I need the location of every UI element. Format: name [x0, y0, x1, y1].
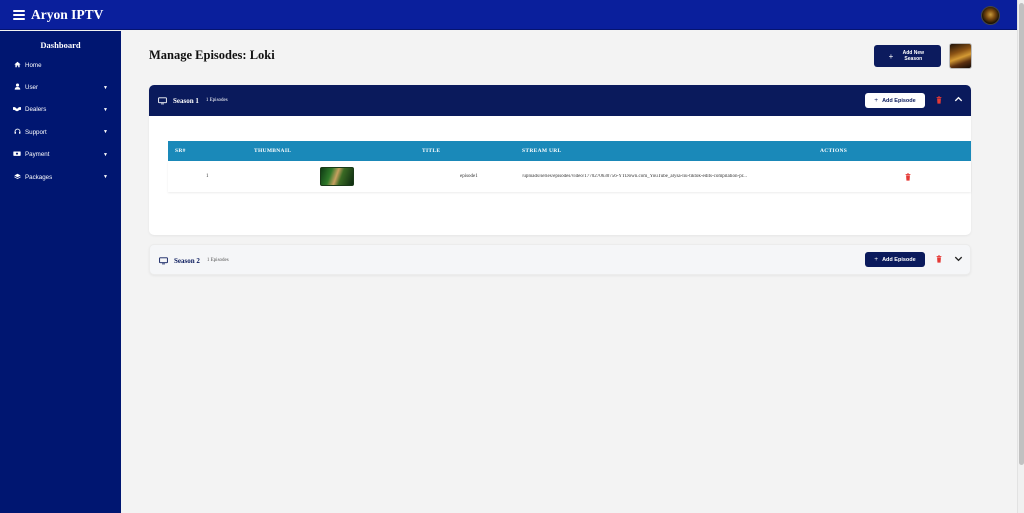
table-row: 1 episode1 /uploads/series/episodes/vide…	[168, 161, 971, 192]
vertical-scrollbar[interactable]	[1017, 0, 1024, 513]
app-title: Aryon IPTV	[31, 6, 104, 22]
season-card: Season 1 1 Episodes + Add Episode SR# TH…	[149, 85, 971, 235]
user-icon	[13, 83, 21, 92]
caret-down-icon: ▼	[103, 84, 108, 91]
handshake-icon	[13, 105, 21, 114]
chevron-up-icon[interactable]	[953, 94, 964, 105]
column-header-title: TITLE	[422, 148, 441, 154]
sidebar: Dashboard Home User ▼ Dealers ▼ Support …	[0, 31, 121, 513]
plus-icon: +	[874, 97, 879, 104]
sidebar-item-label: User	[25, 84, 39, 92]
caret-down-icon: ▼	[103, 129, 108, 136]
plus-icon: +	[874, 256, 879, 263]
season-header[interactable]: Season 2 1 Episodes + Add Episode	[150, 245, 970, 276]
add-new-season-button[interactable]: + Add New Season	[874, 45, 941, 67]
episode-count: 1 Episodes	[205, 98, 228, 103]
plus-icon: +	[888, 51, 894, 61]
money-icon	[13, 150, 21, 159]
headset-icon	[13, 128, 21, 137]
caret-down-icon: ▼	[103, 174, 108, 181]
cell-thumbnail	[228, 167, 406, 186]
column-header-sr: SR#	[175, 148, 186, 154]
sidebar-item-payment[interactable]: Payment ▼	[0, 144, 121, 166]
episode-count: 1 Episodes	[206, 258, 229, 263]
season-card: Season 2 1 Episodes + Add Episode	[149, 244, 971, 275]
season-header[interactable]: Season 1 1 Episodes + Add Episode	[149, 85, 971, 116]
user-avatar[interactable]	[981, 6, 1000, 25]
sidebar-item-label: Home	[25, 61, 42, 69]
cell-actions	[813, 161, 971, 192]
sidebar-item-user[interactable]: User ▼	[0, 76, 121, 98]
add-episode-label: Add Episode	[882, 97, 916, 104]
monitor-icon	[158, 96, 167, 105]
monitor-icon	[159, 256, 168, 265]
menu-toggle-icon[interactable]	[13, 9, 25, 20]
column-header-stream-url: STREAM URL	[522, 148, 562, 154]
series-poster-thumbnail	[949, 43, 972, 69]
episodes-table: SR# THUMBNAIL TITLE STREAM URL ACTIONS 1…	[168, 141, 971, 192]
cell-title: episode1	[460, 174, 478, 179]
column-header-thumbnail: THUMBNAIL	[254, 148, 292, 154]
delete-episode-trash-icon[interactable]	[905, 172, 911, 181]
sidebar-item-home[interactable]: Home	[0, 54, 121, 76]
trash-icon[interactable]	[936, 255, 942, 263]
layers-icon	[13, 173, 21, 182]
add-episode-button[interactable]: + Add Episode	[865, 252, 925, 267]
sidebar-item-label: Payment	[25, 151, 50, 159]
sidebar-item-label: Support	[25, 128, 47, 136]
caret-down-icon: ▼	[103, 106, 108, 113]
sidebar-item-label: Packages	[25, 173, 53, 181]
caret-down-icon: ▼	[103, 151, 108, 158]
home-icon	[13, 61, 21, 70]
add-new-season-label: Add New Season	[902, 50, 925, 62]
table-header: SR# THUMBNAIL TITLE STREAM URL ACTIONS	[168, 141, 971, 161]
sidebar-item-support[interactable]: Support ▼	[0, 121, 121, 143]
page-title: Manage Episodes: Loki	[149, 48, 275, 62]
cell-stream-url: /uploads/series/episodes/video/177027063…	[522, 174, 747, 179]
sidebar-item-dealers[interactable]: Dealers ▼	[0, 99, 121, 121]
season-name: Season 2	[174, 256, 200, 265]
trash-icon[interactable]	[936, 96, 942, 104]
sidebar-item-label: Dealers	[25, 106, 47, 114]
cell-sr: 1	[206, 174, 209, 179]
scrollbar-thumb[interactable]	[1019, 3, 1024, 465]
episode-thumbnail-image	[320, 167, 354, 186]
chevron-down-icon[interactable]	[953, 253, 964, 264]
sidebar-title: Dashboard	[40, 40, 81, 50]
column-header-actions: ACTIONS	[820, 148, 848, 154]
add-episode-button[interactable]: + Add Episode	[865, 93, 925, 108]
season-name: Season 1	[173, 96, 199, 105]
sidebar-item-packages[interactable]: Packages ▼	[0, 166, 121, 188]
add-episode-label: Add Episode	[882, 256, 916, 263]
top-navbar: Aryon IPTV	[0, 0, 1017, 30]
